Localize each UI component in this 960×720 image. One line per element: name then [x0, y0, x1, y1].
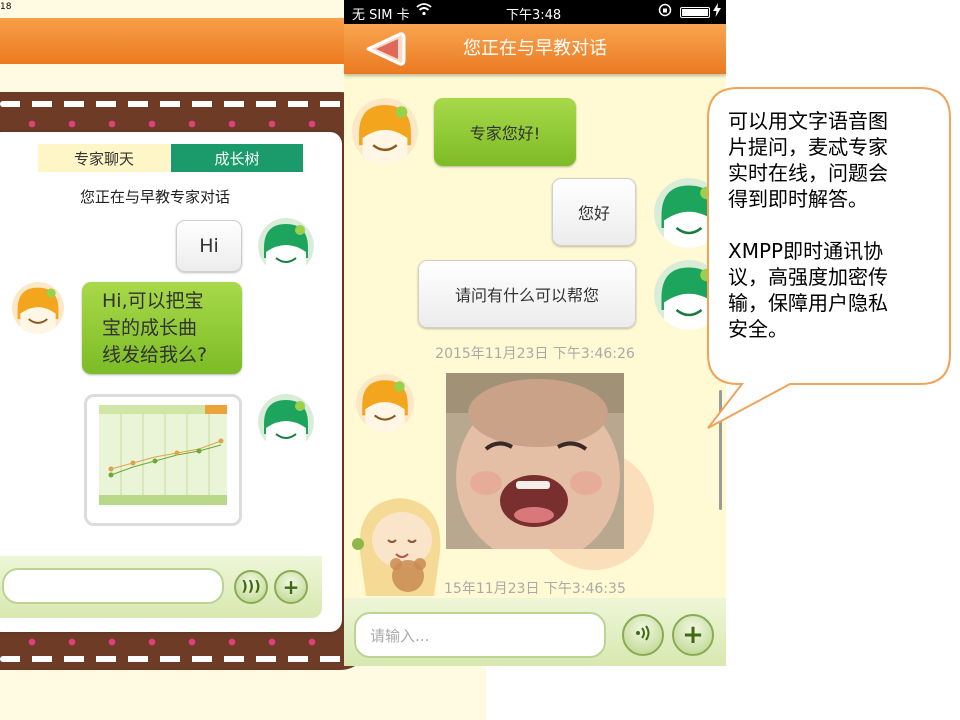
wifi-icon — [416, 2, 432, 20]
girl-with-bear-illustration — [352, 498, 441, 596]
callout-line: XMPP即时通讯协 — [728, 239, 884, 263]
message-text: 请问有什么可以帮您 — [454, 286, 599, 305]
message-text: 您好 — [577, 204, 610, 223]
left-status-time: 18 — [0, 2, 12, 12]
lightning-icon — [713, 3, 721, 21]
stitch-bottom — [0, 656, 360, 662]
expert-avatar — [12, 282, 64, 334]
baby-photo-message[interactable] — [446, 373, 624, 549]
expert-avatar — [356, 374, 414, 432]
left-message-input[interactable] — [2, 568, 224, 604]
plus-icon: + — [682, 620, 704, 650]
nav-bar: 您正在与早教对话 — [344, 24, 726, 74]
message-timestamp: 15年11月23日 下午3:46:35 — [444, 581, 626, 597]
slide: 18 专家聊天 成长树 您正在与早教专家对话 Hi Hi,可以把宝 宝的成长曲 … — [0, 0, 960, 720]
left-message-hi: Hi — [176, 220, 242, 272]
voice-icon: ))) — [241, 579, 261, 595]
baby-photo — [446, 373, 624, 549]
message-bubble-expert: 专家您好! — [434, 98, 576, 166]
callout-line: 片提问，麦忒专家 — [728, 135, 888, 159]
callout-line: 议，高强度加密传 — [728, 265, 888, 289]
status-time: 下午3:48 — [506, 8, 562, 23]
phone-screenshot: 无 SIM 卡 下午3:48 您正在与早教对话 专家您好! 您好 请问有什么可以… — [344, 0, 726, 666]
message-input[interactable]: 请输入... — [354, 612, 606, 658]
left-message-expert: Hi,可以把宝 宝的成长曲 线发给我么? — [82, 282, 242, 374]
callout-line: 实时在线，问题会 — [728, 161, 888, 185]
back-arrow-icon — [366, 32, 406, 66]
user-avatar — [258, 394, 314, 450]
plus-icon: + — [282, 575, 300, 599]
message-line: 宝的成长曲 — [102, 316, 198, 339]
callout-paragraph: XMPP即时通讯协 议，高强度加密传 输，保障用户隐私 安全。 — [728, 238, 936, 342]
callout-line: 输，保障用户隐私 — [728, 291, 888, 315]
user-avatar — [654, 260, 724, 330]
expert-avatar — [352, 98, 418, 164]
tab-expert-chat[interactable]: 专家聊天 — [38, 144, 170, 172]
message-line: Hi,可以把宝 — [102, 289, 204, 312]
back-button[interactable] — [364, 30, 408, 68]
scroll-indicator[interactable] — [719, 390, 722, 510]
left-chat-title: 您正在与早教专家对话 — [80, 188, 231, 206]
battery-icon — [680, 7, 710, 18]
left-voice-button[interactable]: ))) — [234, 570, 268, 604]
callout-line: 得到即时解答。 — [728, 187, 868, 211]
message-text: Hi — [199, 235, 219, 257]
dots-top — [12, 120, 372, 128]
dots-bottom — [12, 638, 372, 646]
callout-line: 安全。 — [728, 317, 788, 341]
user-avatar — [258, 218, 314, 274]
message-bubble-user: 您好 — [552, 178, 636, 246]
growth-chart-thumbnail[interactable] — [84, 394, 242, 526]
message-timestamp: 2015年11月23日 下午3:46:26 — [435, 346, 635, 362]
rotation-lock-icon — [658, 3, 672, 21]
voice-icon — [634, 624, 652, 646]
stitch-top — [0, 101, 360, 107]
message-line: 线发给我么? — [102, 343, 208, 366]
message-bubble-user: 请问有什么可以帮您 — [418, 260, 636, 328]
carrier-label: 无 SIM 卡 — [352, 8, 410, 23]
callout-paragraph: 可以用文字语音图 片提问，麦忒专家 实时在线，问题会 得到即时解答。 — [728, 108, 936, 212]
add-attachment-button[interactable]: + — [672, 614, 714, 656]
growth-chart-graphic — [99, 405, 227, 513]
user-avatar — [654, 178, 724, 248]
tab-growth-tree[interactable]: 成长树 — [171, 144, 303, 172]
left-nav-bar — [0, 18, 360, 64]
left-add-button[interactable]: + — [274, 570, 308, 604]
voice-button[interactable] — [622, 614, 664, 656]
callout-line: 可以用文字语音图 — [728, 109, 888, 133]
status-bar: 无 SIM 卡 下午3:48 — [344, 0, 726, 24]
callout-text: 可以用文字语音图 片提问，麦忒专家 实时在线，问题会 得到即时解答。 XMPP即… — [728, 108, 936, 368]
message-text: 专家您好! — [469, 124, 541, 143]
